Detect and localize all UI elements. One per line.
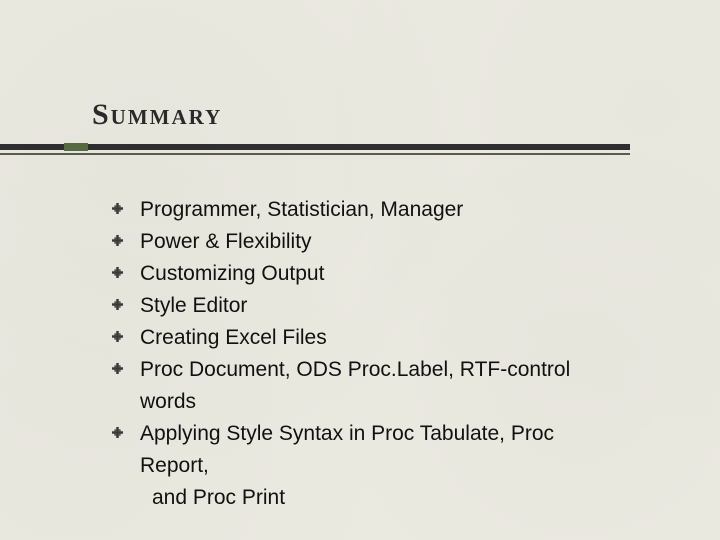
list-item-text: Customizing Output (140, 262, 324, 285)
bullet-icon (112, 203, 123, 214)
rule-accent-square (64, 143, 88, 151)
list-item: Applying Style Syntax in Proc Tabulate, … (112, 420, 652, 448)
list-item: Creating Excel Files (112, 324, 652, 352)
list-item-text: Proc Document, ODS Proc.Label, RTF-contr… (140, 358, 570, 381)
rule-thin (0, 153, 630, 155)
list-item-text: Style Editor (140, 294, 247, 317)
list-item-continuation: words (112, 388, 652, 416)
bullet-icon (112, 235, 123, 246)
list-item: Power & Flexibility (112, 228, 652, 256)
list-item-text: Creating Excel Files (140, 326, 327, 349)
list-item-continuation: and Proc Print (112, 484, 652, 512)
slide-title: Summary (92, 98, 222, 132)
bullet-icon (112, 363, 123, 374)
list-item: Style Editor (112, 292, 652, 320)
list-item-text: Programmer, Statistician, Manager (140, 198, 463, 221)
list-item-text: Power & Flexibility (140, 230, 312, 253)
list-item: Proc Document, ODS Proc.Label, RTF-contr… (112, 356, 652, 384)
bullet-icon (112, 331, 123, 342)
bullet-icon (112, 427, 123, 438)
list-item: Customizing Output (112, 260, 652, 288)
bullet-icon (112, 267, 123, 278)
list-item-text: Applying Style Syntax in Proc Tabulate, … (140, 422, 554, 445)
list-item-continuation: Report, (112, 452, 652, 480)
bullet-list: Programmer, Statistician, Manager Power … (112, 196, 652, 516)
bullet-icon (112, 299, 123, 310)
rule-thick (0, 144, 630, 150)
list-item: Programmer, Statistician, Manager (112, 196, 652, 224)
